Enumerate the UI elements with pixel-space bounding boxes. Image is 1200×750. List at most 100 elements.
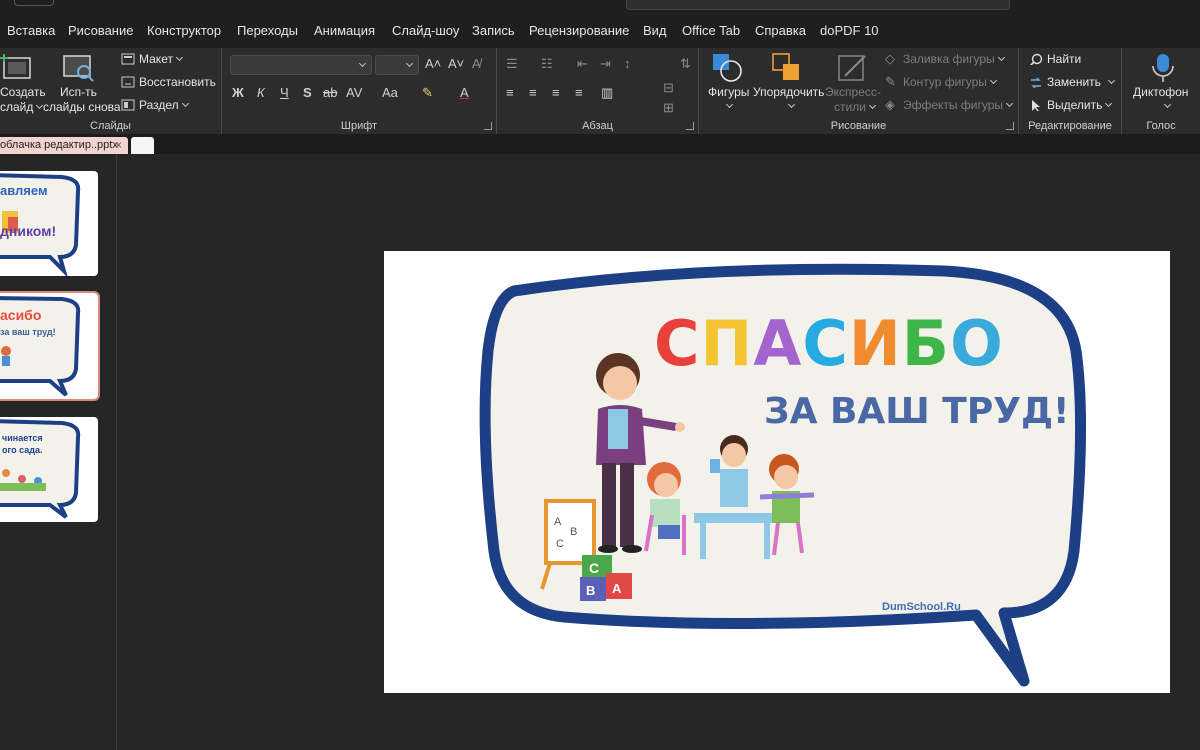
shape-outline-button[interactable]: ✎ Контур фигуры [885, 74, 1013, 91]
reuse-slides-button[interactable]: Исп-ть слайды снова [42, 50, 121, 114]
shape-fill-button[interactable]: ◇ Заливка фигуры [885, 51, 1013, 68]
quick-styles-label-2: стили [834, 100, 876, 114]
bullets-icon[interactable]: ☰ [506, 56, 518, 72]
group-label-drawing: Рисование [830, 120, 887, 132]
align-right-icon[interactable]: ≡ [552, 85, 560, 100]
change-case-icon[interactable]: Aa [382, 85, 398, 100]
quick-access-button[interactable] [14, 0, 54, 6]
align-text-icon[interactable]: ⊟ [663, 80, 674, 96]
thumbnail-1-text-2: дником! [0, 223, 57, 239]
underline-icon[interactable]: Ч [280, 85, 289, 100]
group-font: A˄ A˅ A̸ Ж К Ч S ab AV Aa ✎ A Шрифт [222, 48, 497, 134]
layout-button[interactable]: Макет [121, 52, 217, 68]
new-slide-button[interactable]: Создать слайд [0, 50, 46, 114]
dictate-label: Диктофон [1133, 85, 1189, 99]
chevron-down-icon [1163, 100, 1172, 109]
replace-icon [1031, 77, 1041, 88]
search-box[interactable] [626, 0, 1010, 10]
line-spacing-icon[interactable]: ↕ [624, 56, 631, 71]
select-button[interactable]: Выделить [1029, 98, 1119, 114]
find-button[interactable]: Найти [1029, 52, 1119, 68]
increase-indent-icon[interactable]: ⇥ [600, 56, 611, 72]
font-family-combo[interactable] [230, 55, 372, 75]
slide-thumbnail-1[interactable]: авляем дником! [0, 171, 98, 276]
smartart-icon[interactable]: ⊞ [663, 100, 674, 116]
group-editing: Найти Заменить Выделить Редактирование [1019, 48, 1122, 134]
tab-help[interactable]: Справка [755, 23, 806, 38]
svg-text:A: A [554, 516, 562, 528]
shape-fill-label: Заливка фигуры [903, 52, 1005, 66]
thumbnail-3-text-2: ого сада. [2, 445, 43, 455]
align-center-icon[interactable]: ≡ [529, 85, 537, 100]
microphone-icon [1152, 54, 1174, 82]
find-label: Найти [1047, 52, 1082, 66]
reuse-slides-label-2: слайды снова [43, 100, 121, 114]
tab-insert[interactable]: Вставка [7, 23, 55, 38]
tab-office-tab[interactable]: Office Tab [682, 23, 740, 38]
tab-record[interactable]: Запись [472, 23, 515, 38]
reset-button[interactable]: Восстановить [121, 75, 217, 91]
bold-icon[interactable]: Ж [232, 85, 244, 100]
thumbnail-2-text-2: за ваш труд! [0, 327, 56, 337]
font-color-icon[interactable]: A [460, 85, 469, 100]
tab-transitions[interactable]: Переходы [237, 23, 298, 38]
slide-thumbnail-3[interactable]: чинается ого сада. [0, 417, 98, 522]
strikethrough-icon[interactable]: ab [323, 85, 337, 100]
shapes-icon [713, 54, 742, 82]
quick-styles-button[interactable]: Экспресс- стили [825, 50, 881, 114]
tab-design[interactable]: Конструктор [147, 23, 221, 38]
arrange-label: Упорядочить [753, 85, 825, 99]
tab-review[interactable]: Рецензирование [529, 23, 629, 38]
align-left-icon[interactable]: ≡ [506, 85, 514, 100]
shapes-button[interactable]: Фигуры [703, 50, 753, 114]
numbering-icon[interactable]: ☷ [541, 56, 553, 72]
title-letter: П [700, 307, 754, 380]
tab-animations[interactable]: Анимация [314, 23, 375, 38]
section-button[interactable]: Раздел [121, 98, 217, 114]
highlight-icon[interactable]: ✎ [422, 85, 433, 101]
tab-draw[interactable]: Рисование [68, 23, 133, 38]
thumbnail-1-text: авляем [0, 183, 48, 198]
drawing-dialog-launcher[interactable] [1006, 122, 1014, 130]
ribbon: Создать слайд Исп-ть слайды снова Макет … [0, 48, 1200, 134]
shape-outline-label: Контур фигуры [903, 75, 997, 89]
svg-text:B: B [586, 583, 595, 598]
group-paragraph: ☰ ☷ ⇤ ⇥ ↕ ⇅ ≡ ≡ ≡ ≡ ▥ ⊟ ⊞ Абзац [497, 48, 699, 134]
slide[interactable]: A B C C B A СПАСИБО ЗА ВАШ ТРУД! DumScho… [384, 251, 1170, 693]
dictate-button[interactable]: Диктофон [1130, 50, 1196, 114]
replace-button[interactable]: Заменить [1029, 75, 1119, 91]
quick-styles-icon [838, 55, 866, 81]
shapes-label: Фигуры [708, 85, 750, 99]
arrange-button[interactable]: Упорядочить [753, 50, 825, 114]
spacing-icon[interactable]: AV [346, 85, 362, 100]
clear-format-icon[interactable]: A̸ [472, 56, 481, 71]
justify-icon[interactable]: ≡ [575, 85, 583, 100]
columns-icon[interactable]: ▥ [601, 85, 613, 101]
select-label: Выделить [1047, 98, 1113, 112]
tab-dopdf[interactable]: doPDF 10 [820, 23, 879, 38]
slide-subtitle[interactable]: ЗА ВАШ ТРУД! [764, 391, 1069, 432]
slide-thumbnail-2[interactable]: асибо за ваш труд! [0, 291, 100, 401]
italic-icon[interactable]: К [257, 85, 265, 100]
tab-slideshow[interactable]: Слайд-шоу [392, 23, 459, 38]
close-icon[interactable]: × [115, 138, 122, 152]
text-direction-icon[interactable]: ⇅ [680, 56, 691, 72]
shape-effects-button[interactable]: ◈ Эффекты фигуры [885, 97, 1014, 114]
font-dialog-launcher[interactable] [484, 122, 492, 130]
reset-icon [121, 76, 135, 88]
decrease-indent-icon[interactable]: ⇤ [577, 56, 588, 72]
grow-font-icon[interactable]: A˄ [425, 56, 441, 71]
title-letter: С [802, 307, 849, 380]
slide-title[interactable]: СПАСИБО [654, 307, 1004, 380]
watermark-text: DumSchool.Ru [882, 601, 961, 613]
shrink-font-icon[interactable]: A˅ [448, 56, 464, 71]
font-size-combo[interactable] [375, 55, 419, 75]
document-tab[interactable]: облачка редактир..pptx × [0, 137, 128, 154]
tab-view[interactable]: Вид [643, 23, 667, 38]
chevron-down-icon [405, 59, 414, 68]
shadow-icon[interactable]: S [303, 85, 312, 100]
new-tab-button[interactable] [131, 137, 154, 154]
group-label-voice: Голос [1146, 120, 1176, 132]
group-label-slides: Слайды [90, 120, 131, 132]
paragraph-dialog-launcher[interactable] [686, 122, 694, 130]
